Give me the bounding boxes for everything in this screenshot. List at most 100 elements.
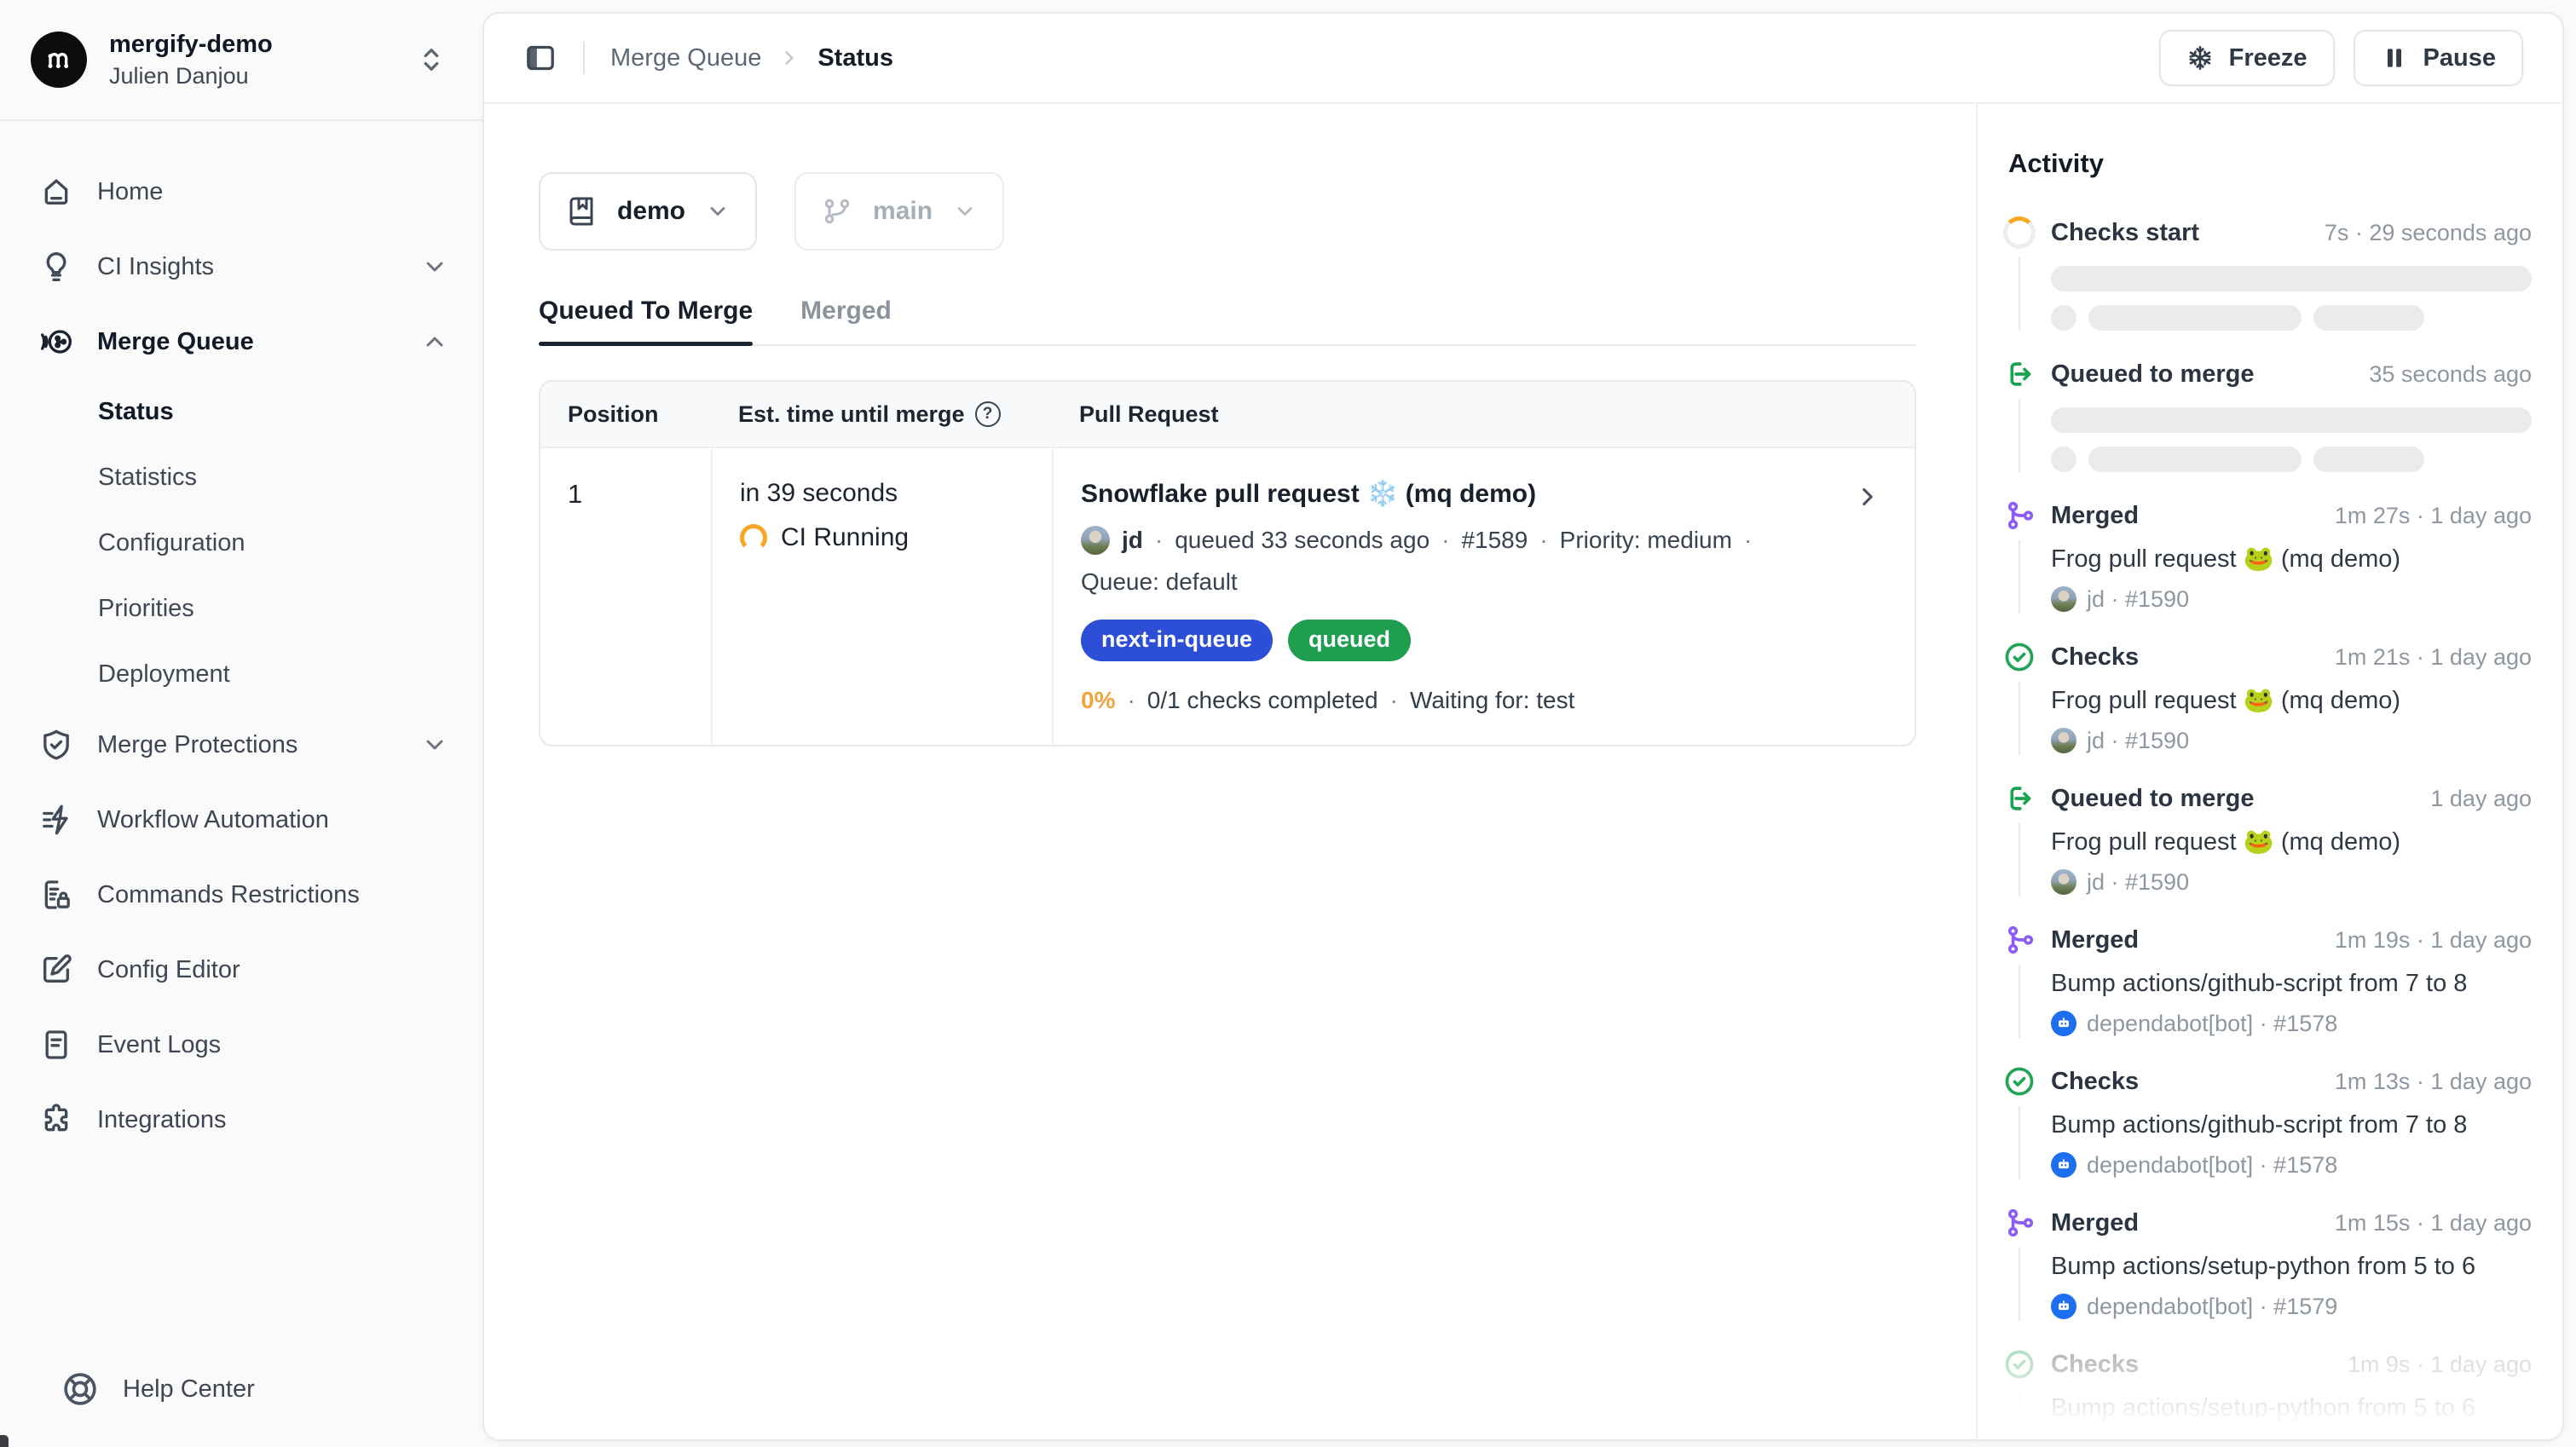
pr-title[interactable]: Snowflake pull request ❄️ (mq demo) <box>1081 479 1821 509</box>
breadcrumb-current: Status <box>817 44 893 72</box>
sidebar-item-home[interactable]: Home <box>0 165 482 218</box>
home-icon <box>39 175 73 209</box>
activity-event-title: Merged <box>2051 499 2139 532</box>
activity-panel: Activity Checks start7s · 29 seconds ago… <box>1976 104 2562 1439</box>
col-eta: Est. time until merge ? <box>711 401 1052 428</box>
timeline-connector <box>2019 682 2020 755</box>
top-bar: Merge Queue Status Freeze <box>484 14 2562 104</box>
activity-pr-title[interactable]: Frog pull request 🐸 (mq demo) <box>2051 544 2532 574</box>
activity-pr-title[interactable]: Bump actions/github-script from 7 to 8 <box>2051 1110 2532 1140</box>
org-name: mergify-demo <box>109 29 394 60</box>
queue-icon <box>39 325 73 359</box>
queue-content: demo main <box>484 104 1976 1439</box>
ci-status: CI Running <box>781 523 909 552</box>
skeleton-bar <box>2051 266 2532 291</box>
sidebar-item-merge-protections[interactable]: Merge Protections <box>0 718 482 771</box>
snowflake-icon <box>2186 44 2214 72</box>
chevron-down-icon <box>421 731 448 758</box>
activity-timestamp: 1 day ago <box>2430 786 2532 812</box>
activity-item[interactable]: Merged1m 15s · 1 day agoBump actions/set… <box>2003 1207 2532 1348</box>
repository-icon <box>566 196 597 227</box>
activity-author-number: dependabot[bot] · #1579 <box>2087 1292 2337 1321</box>
timeline-connector <box>2019 1106 2020 1179</box>
lifebuoy-icon <box>61 1370 99 1408</box>
pr-queued-ago: queued 33 seconds ago <box>1175 527 1430 554</box>
queue-row[interactable]: 1 in 39 seconds CI Running Snowflake pul… <box>540 448 1915 745</box>
activity-item[interactable]: Checks start7s · 29 seconds ago <box>2003 216 2532 358</box>
tab-queued-to-merge[interactable]: Queued To Merge <box>539 297 753 344</box>
help-icon[interactable]: ? <box>975 401 1001 427</box>
freeze-button[interactable]: Freeze <box>2159 30 2335 86</box>
chevron-right-icon[interactable] <box>1853 482 1882 511</box>
activity-author-line: dependabot[bot] · #1579 <box>2051 1292 2532 1321</box>
timeline-connector <box>2019 1248 2020 1321</box>
sidebar-item-integrations[interactable]: Integrations <box>0 1093 482 1146</box>
sidebar-item-label: CI Insights <box>97 253 214 281</box>
activity-timestamp: 35 seconds ago <box>2369 361 2532 388</box>
activity-pr-title[interactable]: Frog pull request 🐸 (mq demo) <box>2051 827 2532 857</box>
sidebar-item-statistics[interactable]: Statistics <box>0 456 482 499</box>
badge-next-in-queue[interactable]: next-in-queue <box>1081 620 1273 661</box>
sidebar-toggle-icon[interactable] <box>523 41 557 75</box>
sidebar-item-deployment[interactable]: Deployment <box>0 653 482 695</box>
tab-merged[interactable]: Merged <box>800 297 892 344</box>
activity-timestamp: 1m 13s · 1 day ago <box>2335 1069 2532 1095</box>
branch-value: main <box>873 197 933 226</box>
freeze-label: Freeze <box>2229 44 2307 72</box>
activity-item[interactable]: Queued to merge35 seconds ago <box>2003 358 2532 499</box>
help-center-link[interactable]: Help Center <box>61 1370 482 1408</box>
badge-queued[interactable]: queued <box>1288 620 1411 661</box>
breadcrumb-parent[interactable]: Merge Queue <box>610 44 761 72</box>
sidebar-nav: Home CI Insights Merge Queue Status Statisti… <box>0 121 482 1370</box>
activity-event-title: Checks start <box>2051 216 2199 249</box>
sidebar-item-config-editor[interactable]: Config Editor <box>0 943 482 996</box>
ci-running-spinner-icon <box>740 524 767 551</box>
sidebar-item-event-logs[interactable]: Event Logs <box>0 1018 482 1071</box>
sidebar-item-priorities[interactable]: Priorities <box>0 587 482 630</box>
sidebar-item-merge-queue[interactable]: Merge Queue <box>0 315 482 368</box>
activity-event-title: Queued to merge <box>2051 782 2255 815</box>
sidebar-item-ci-insights[interactable]: CI Insights <box>0 240 482 293</box>
org-switcher[interactable]: mergify-demo Julien Danjou <box>0 0 482 119</box>
skeleton-bar <box>2051 407 2532 433</box>
activity-author-line: dependabot[bot] · #1579 <box>2051 1433 2532 1439</box>
timeline-connector <box>2019 823 2020 896</box>
pr-number: #1589 <box>1461 527 1528 554</box>
skeleton-row <box>2051 305 2532 331</box>
repository-select[interactable]: demo <box>539 172 757 251</box>
activity-item[interactable]: Checks1m 9s · 1 day agoBump actions/setu… <box>2003 1348 2532 1439</box>
puzzle-icon <box>39 1103 73 1137</box>
activity-pr-title[interactable]: Frog pull request 🐸 (mq demo) <box>2051 685 2532 716</box>
branch-select[interactable]: main <box>794 172 1004 251</box>
activity-item[interactable]: Queued to merge 1 day ago Frog pull reques… <box>2003 782 2532 924</box>
sidebar: mergify-demo Julien Danjou Home CI Insigh… <box>0 0 482 1447</box>
avatar <box>2051 586 2076 612</box>
activity-author-number: jd · #1590 <box>2087 726 2189 755</box>
position-value: 1 <box>568 479 684 510</box>
activity-author-line: jd · #1590 <box>2051 868 2532 896</box>
sidebar-item-commands-restrictions[interactable]: Commands Restrictions <box>0 868 482 921</box>
activity-pr-title[interactable]: Bump actions/setup-python from 5 to 6 <box>2051 1251 2532 1282</box>
activity-author-number: dependabot[bot] · #1579 <box>2087 1433 2337 1439</box>
activity-item[interactable]: Checks1m 13s · 1 day agoBump actions/git… <box>2003 1065 2532 1207</box>
corner-sliver <box>0 1435 9 1447</box>
main-card: Merge Queue Status Freeze <box>482 12 2564 1441</box>
mergify-logo <box>31 32 87 88</box>
activity-list: Checks start7s · 29 seconds agoQueued to… <box>2003 216 2532 1439</box>
pause-button[interactable]: Pause <box>2354 30 2523 86</box>
eta-value: in 39 seconds <box>740 479 1025 508</box>
activity-item[interactable]: Checks1m 21s · 1 day agoFrog pull reques… <box>2003 641 2532 782</box>
activity-pr-title[interactable]: Bump actions/setup-python from 5 to 6 <box>2051 1392 2532 1423</box>
queued-to-merge-icon <box>2003 782 2036 815</box>
sidebar-item-workflow-automation[interactable]: Workflow Automation <box>0 793 482 846</box>
user-name: Julien Danjou <box>109 61 394 90</box>
help-center-label: Help Center <box>123 1375 255 1404</box>
dependabot-avatar <box>2051 1294 2076 1319</box>
activity-pr-title[interactable]: Bump actions/github-script from 7 to 8 <box>2051 968 2532 999</box>
timeline-connector <box>2019 965 2020 1038</box>
activity-item[interactable]: Merged1m 27s · 1 day agoFrog pull reques… <box>2003 499 2532 641</box>
sidebar-item-configuration[interactable]: Configuration <box>0 522 482 564</box>
sidebar-item-status[interactable]: Status <box>0 390 482 433</box>
activity-item[interactable]: Merged1m 19s · 1 day agoBump actions/git… <box>2003 924 2532 1065</box>
avatar <box>2051 869 2076 895</box>
